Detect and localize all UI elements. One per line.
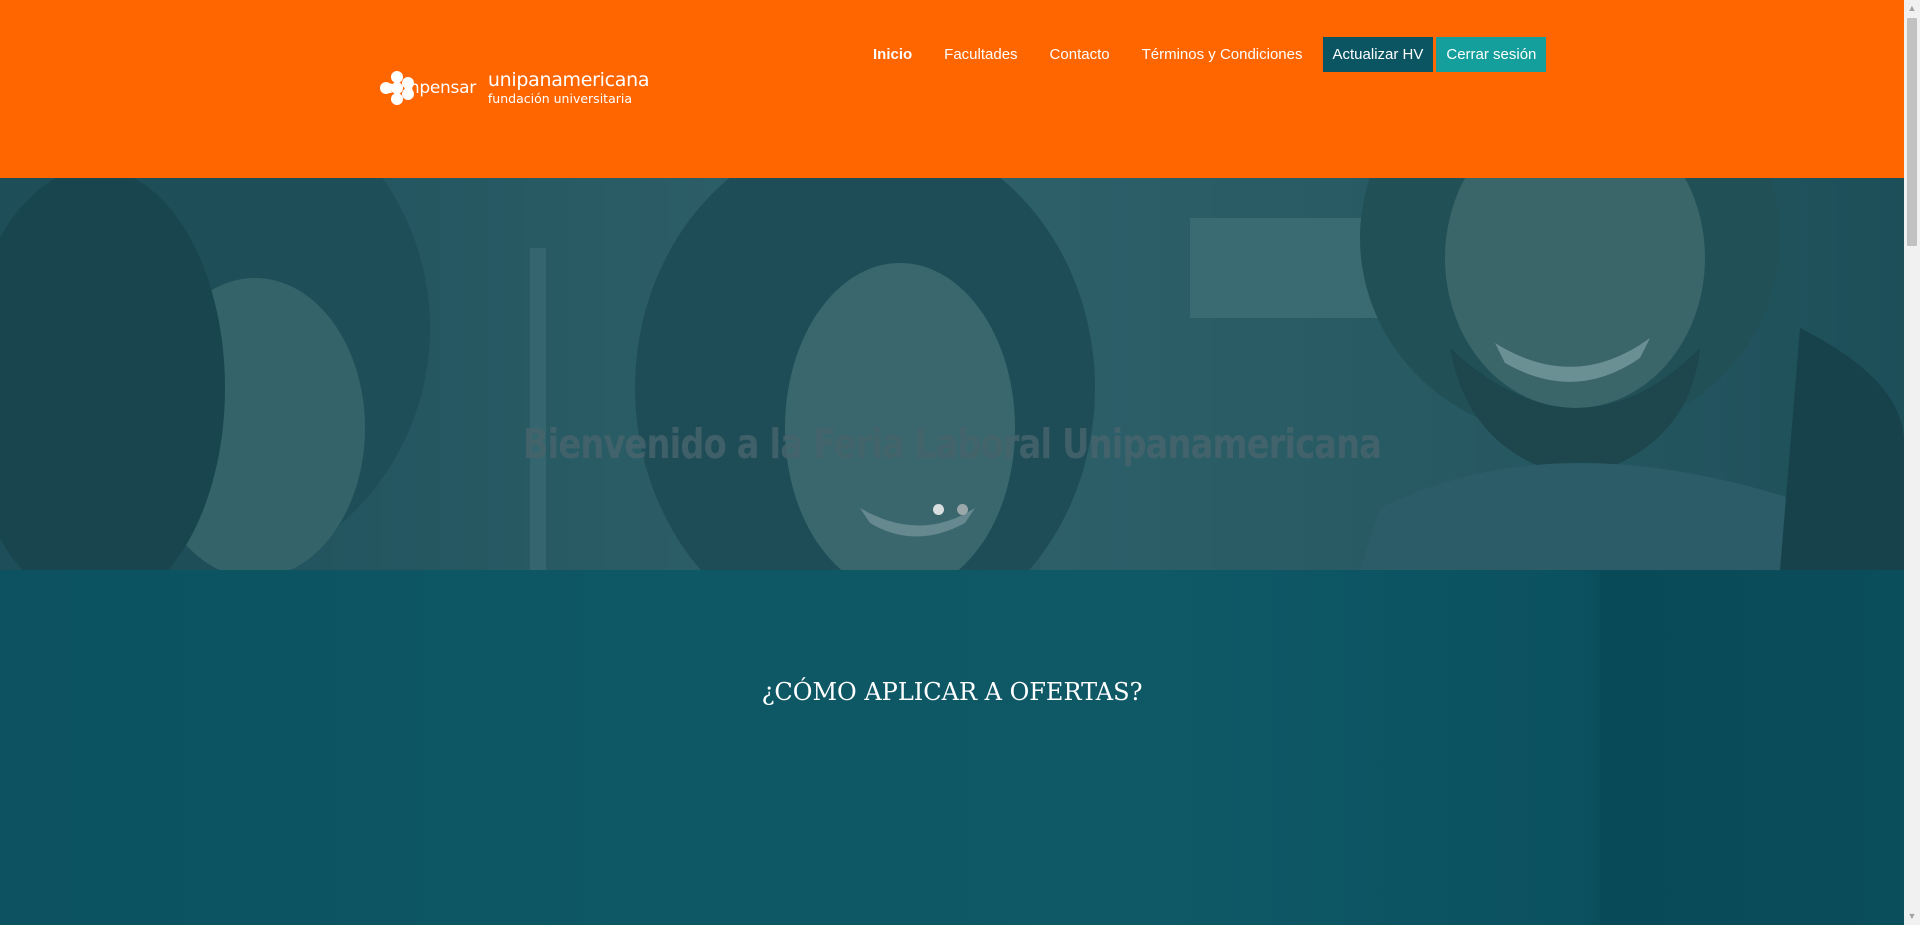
vertical-scrollbar[interactable]: ▲ ▼ — [1904, 0, 1920, 925]
hero-title: Bienvenido a la Feria Laboral Unipanamer… — [522, 420, 1382, 468]
hero-carousel: Bienvenido a la Feria Laboral Unipanamer… — [0, 178, 1904, 570]
section-title: ¿CÓMO APLICAR A OFERTAS? — [761, 678, 1143, 706]
scrollbar-thumb[interactable] — [1907, 18, 1917, 246]
carousel-dot-1[interactable] — [933, 504, 944, 515]
nav-contacto[interactable]: Contacto — [1034, 37, 1126, 72]
scroll-up-arrow-icon[interactable]: ▲ — [1904, 0, 1920, 17]
logo-name-text: unipanamericana — [487, 68, 650, 91]
logo-institution: unipanamericana fundación universitaria — [487, 68, 650, 106]
page: compensar unipanamericana fundación univ… — [0, 0, 1904, 925]
scroll-down-arrow-icon[interactable]: ▼ — [1904, 908, 1920, 925]
how-to-apply-section: ¿CÓMO APLICAR A OFERTAS? — [0, 570, 1904, 925]
site-header: compensar unipanamericana fundación univ… — [0, 0, 1904, 178]
logo-subtitle-text: fundación universitaria — [487, 90, 632, 106]
section-side-panel — [1600, 570, 1904, 925]
carousel-dot-2[interactable] — [957, 504, 968, 515]
nav-terminos[interactable]: Términos y Condiciones — [1126, 37, 1321, 72]
nav-facultades[interactable]: Facultades — [928, 37, 1033, 72]
compensar-unipanamericana-logo[interactable]: compensar unipanamericana fundación univ… — [380, 66, 650, 110]
nav-inicio[interactable]: Inicio — [857, 37, 928, 72]
update-cv-button[interactable]: Actualizar HV — [1322, 37, 1434, 72]
main-nav: Inicio Facultades Contacto Términos y Co… — [857, 37, 1547, 72]
carousel-indicators — [933, 504, 981, 515]
logout-button[interactable]: Cerrar sesión — [1436, 37, 1547, 72]
